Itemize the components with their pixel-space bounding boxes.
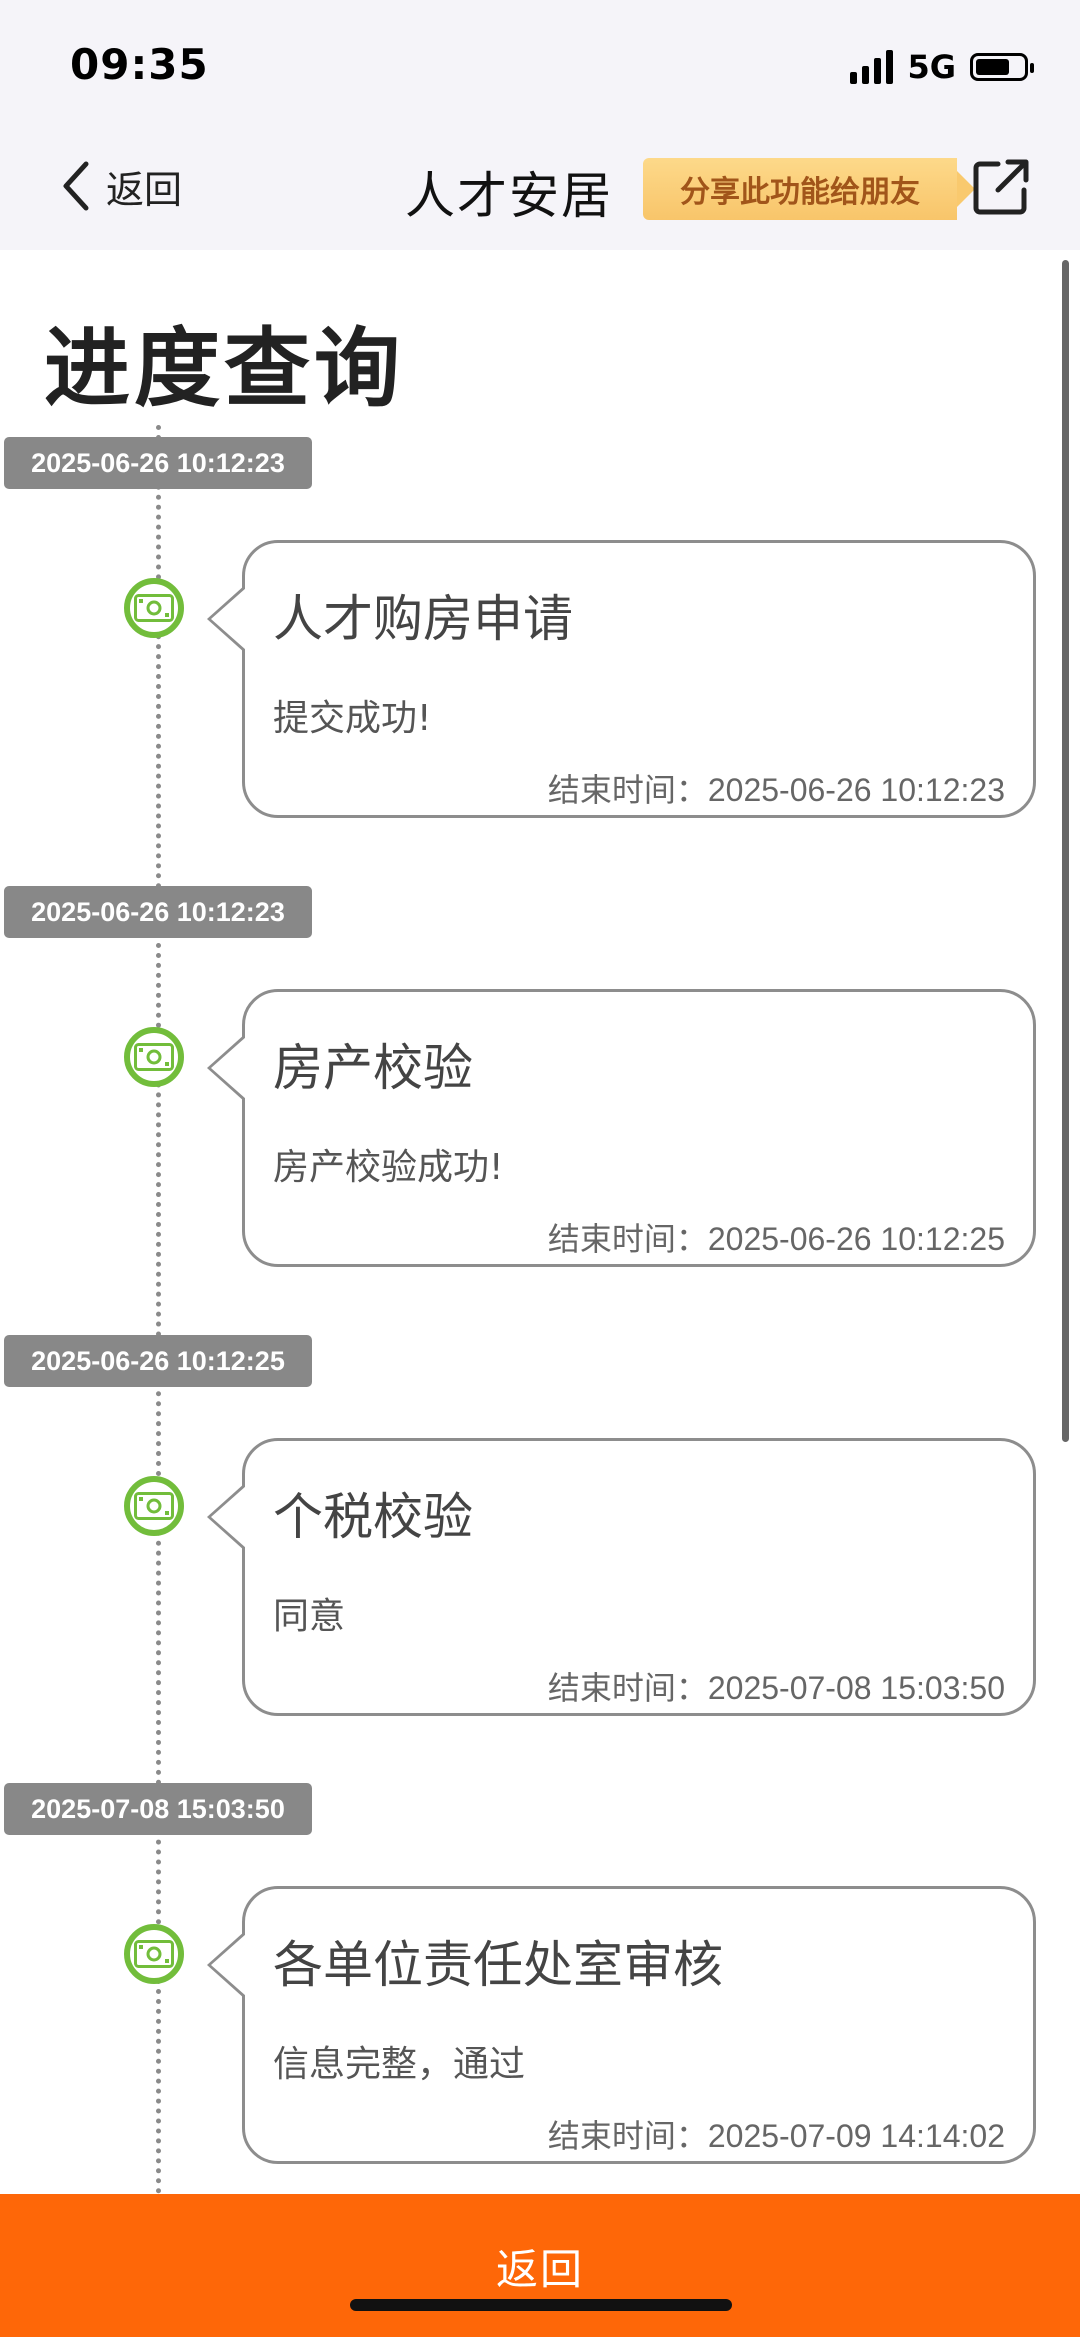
step-date-badge: 2025-06-26 10:12:23 — [4, 886, 312, 938]
step-card: 房产校验 房产校验成功! 结束时间：2025-06-26 10:12:25 — [207, 989, 1036, 1267]
step-title: 人才购房申请 — [273, 590, 573, 648]
nav-title: 人才安居 — [405, 167, 613, 225]
step-title: 个税校验 — [273, 1488, 473, 1546]
money-bill-icon — [124, 578, 184, 638]
money-bill-icon — [124, 1027, 184, 1087]
step-title: 各单位责任处室审核 — [273, 1936, 723, 1994]
bottom-back-button[interactable]: 返回 — [0, 2194, 1080, 2337]
money-bill-icon — [124, 1924, 184, 1984]
scrollbar[interactable] — [1062, 260, 1069, 1442]
step-status: 同意 — [273, 1596, 346, 1637]
step-end-time: 结束时间：2025-07-08 15:03:50 — [547, 1670, 1005, 1706]
network-label: 5G — [907, 48, 956, 86]
step-status: 房产校验成功! — [273, 1147, 504, 1188]
back-button[interactable]: 返回 — [60, 158, 182, 214]
step-status: 提交成功! — [273, 698, 432, 739]
step-end-time: 结束时间：2025-06-26 10:12:25 — [547, 1221, 1005, 1257]
external-link-icon[interactable] — [970, 156, 1032, 218]
step-end-time: 结束时间：2025-06-26 10:12:23 — [547, 772, 1005, 808]
back-button-label: 返回 — [106, 167, 183, 212]
step-card: 人才购房申请 提交成功! 结束时间：2025-06-26 10:12:23 — [207, 540, 1036, 818]
step-date-badge: 2025-06-26 10:12:25 — [4, 1335, 312, 1387]
step-card: 各单位责任处室审核 信息完整，通过 结束时间：2025-07-09 14:14:… — [207, 1886, 1036, 2164]
share-button-label: 分享此功能给朋友 — [680, 175, 920, 210]
home-indicator — [350, 2299, 732, 2311]
step-card: 个税校验 同意 结束时间：2025-07-08 15:03:50 — [207, 1438, 1036, 1716]
status-bar: 09:35 5G — [0, 0, 1080, 130]
chevron-left-icon — [63, 161, 89, 211]
signal-icon — [850, 50, 894, 84]
step-title: 房产校验 — [273, 1039, 473, 1097]
step-status: 信息完整，通过 — [273, 2044, 526, 2085]
page-title: 进度查询 — [44, 319, 404, 419]
nav-bar: 返回 人才安居 分享此功能给朋友 — [0, 130, 1080, 250]
battery-icon — [970, 53, 1034, 81]
bottom-back-button-label: 返回 — [495, 2245, 584, 2294]
step-date-badge: 2025-07-08 15:03:50 — [4, 1783, 312, 1835]
status-time: 09:35 — [70, 40, 209, 89]
step-date-badge: 2025-06-26 10:12:23 — [4, 437, 312, 489]
money-bill-icon — [124, 1476, 184, 1536]
share-button[interactable]: 分享此功能给朋友 — [643, 158, 975, 220]
status-indicators: 5G — [850, 48, 1034, 86]
step-end-time: 结束时间：2025-07-09 14:14:02 — [547, 2118, 1005, 2154]
